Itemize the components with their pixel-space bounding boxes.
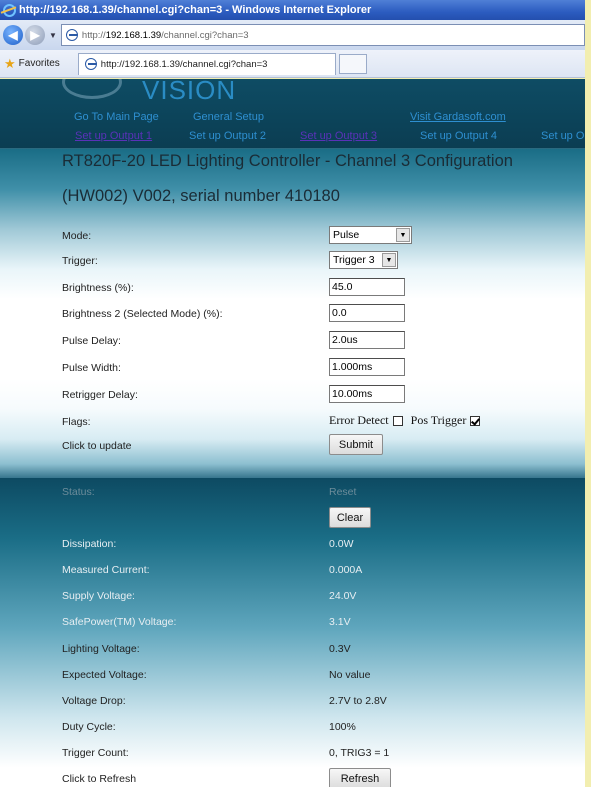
measured-current-value: 0.000A bbox=[329, 564, 363, 576]
flags-label: Flags: bbox=[62, 416, 91, 428]
brightness2-input[interactable] bbox=[329, 304, 405, 322]
page-icon bbox=[65, 29, 78, 41]
vision-logo: VISION bbox=[62, 79, 282, 101]
trigger-label: Trigger: bbox=[62, 255, 98, 267]
pulse-width-label: Pulse Width: bbox=[62, 362, 121, 374]
brightness2-label: Brightness 2 (Selected Mode) (%): bbox=[62, 308, 223, 320]
status-panel bbox=[0, 478, 585, 787]
brightness-input[interactable] bbox=[329, 278, 405, 296]
safepower-voltage-label: SafePower(TM) Voltage: bbox=[62, 616, 177, 628]
submit-button[interactable]: Submit bbox=[329, 434, 383, 455]
trigger-select[interactable]: Trigger 3 ▼ bbox=[329, 251, 398, 269]
address-bar[interactable]: http://192.168.1.39/channel.cgi?chan=3 bbox=[60, 24, 585, 46]
logo-text: VISION bbox=[142, 79, 237, 101]
voltage-drop-label: Voltage Drop: bbox=[62, 695, 126, 707]
new-tab-button[interactable] bbox=[338, 53, 367, 74]
lighting-voltage-label: Lighting Voltage: bbox=[62, 643, 140, 655]
refresh-button[interactable]: Refresh bbox=[329, 768, 391, 787]
trigger-count-value: 0, TRIG3 = 1 bbox=[329, 747, 390, 759]
link-general-setup[interactable]: General Setup bbox=[193, 111, 264, 123]
brightness-label: Brightness (%): bbox=[62, 282, 134, 294]
mode-selected-value: Pulse bbox=[333, 229, 360, 241]
trigger-selected-value: Trigger 3 bbox=[333, 254, 375, 266]
supply-voltage-label: Supply Voltage: bbox=[62, 590, 135, 602]
status-label: Status: bbox=[62, 486, 95, 498]
pos-trigger-checkbox[interactable] bbox=[470, 415, 481, 426]
status-value: Reset bbox=[329, 486, 357, 498]
error-detect-checkbox[interactable] bbox=[392, 415, 403, 426]
favorites-label[interactable]: Favorites bbox=[19, 58, 60, 69]
pos-trigger-label: Pos Trigger bbox=[410, 413, 467, 427]
measured-current-label: Measured Current: bbox=[62, 564, 150, 576]
retrigger-delay-label: Retrigger Delay: bbox=[62, 389, 138, 401]
link-main-page[interactable]: Go To Main Page bbox=[74, 111, 159, 123]
back-button[interactable]: ◀ bbox=[3, 25, 23, 45]
internet-explorer-icon bbox=[3, 3, 16, 17]
tab-title: http://192.168.1.39/channel.cgi?chan=3 bbox=[100, 58, 268, 70]
link-setup-output-1[interactable]: Set up Output 1 bbox=[75, 130, 152, 142]
expected-voltage-label: Expected Voltage: bbox=[62, 669, 147, 681]
browser-tab[interactable]: http://192.168.1.39/channel.cgi?chan=3 bbox=[77, 52, 336, 75]
address-host: 192.168.1.39 bbox=[105, 29, 162, 41]
tab-page-icon bbox=[84, 58, 97, 70]
page-title: RT820F-20 LED Lighting Controller - Chan… bbox=[62, 152, 513, 170]
link-visit-gardasoft[interactable]: Visit Gardasoft.com bbox=[410, 111, 506, 123]
pulse-width-input[interactable] bbox=[329, 358, 405, 376]
refresh-label: Click to Refresh bbox=[62, 773, 137, 785]
update-label: Click to update bbox=[62, 440, 132, 452]
address-prefix: http:// bbox=[81, 29, 106, 41]
favorites-star-icon[interactable]: ★ bbox=[4, 56, 16, 72]
link-setup-output-5[interactable]: Set up O bbox=[541, 130, 584, 142]
mode-label: Mode: bbox=[62, 230, 92, 242]
address-path: /channel.cgi?chan=3 bbox=[161, 29, 249, 41]
mode-select[interactable]: Pulse ▼ bbox=[329, 226, 412, 244]
voltage-drop-value: 2.7V to 2.8V bbox=[329, 695, 387, 707]
duty-cycle-label: Duty Cycle: bbox=[62, 721, 116, 733]
favorites-bar: ★ Favorites http://192.168.1.39/channel.… bbox=[0, 50, 585, 78]
dissipation-value: 0.0W bbox=[329, 538, 354, 550]
window-right-edge bbox=[585, 0, 591, 787]
header-divider bbox=[0, 148, 585, 149]
supply-voltage-value: 24.0V bbox=[329, 590, 357, 602]
flags-group: Error Detect Pos Trigger bbox=[329, 413, 488, 428]
page-content: VISION Go To Main Page General Setup Vis… bbox=[0, 79, 585, 787]
link-setup-output-4[interactable]: Set up Output 4 bbox=[420, 130, 497, 142]
clear-button[interactable]: Clear bbox=[329, 507, 371, 528]
pulse-delay-input[interactable] bbox=[329, 331, 405, 349]
trigger-count-label: Trigger Count: bbox=[62, 747, 129, 759]
chevron-down-icon[interactable]: ▼ bbox=[382, 253, 396, 267]
history-dropdown-icon[interactable]: ▼ bbox=[49, 31, 57, 40]
window-titlebar: http://192.168.1.39/channel.cgi?chan=3 -… bbox=[0, 0, 585, 20]
forward-button[interactable]: ▶ bbox=[25, 25, 45, 45]
pulse-delay-label: Pulse Delay: bbox=[62, 335, 121, 347]
page-subtitle: (HW002) V002, serial number 410180 bbox=[62, 187, 340, 205]
expected-voltage-value: No value bbox=[329, 669, 371, 681]
link-setup-output-3[interactable]: Set up Output 3 bbox=[300, 130, 377, 142]
link-setup-output-2[interactable]: Set up Output 2 bbox=[189, 130, 266, 142]
navigation-bar: ◀ ▶ ▼ http://192.168.1.39/channel.cgi?ch… bbox=[0, 20, 585, 50]
duty-cycle-value: 100% bbox=[329, 721, 356, 733]
window-title: http://192.168.1.39/channel.cgi?chan=3 -… bbox=[19, 4, 372, 16]
dissipation-label: Dissipation: bbox=[62, 538, 117, 550]
retrigger-delay-input[interactable] bbox=[329, 385, 405, 403]
chevron-down-icon[interactable]: ▼ bbox=[396, 228, 410, 242]
error-detect-label: Error Detect bbox=[329, 413, 389, 427]
safepower-voltage-value: 3.1V bbox=[329, 616, 351, 628]
lighting-voltage-value: 0.3V bbox=[329, 643, 351, 655]
